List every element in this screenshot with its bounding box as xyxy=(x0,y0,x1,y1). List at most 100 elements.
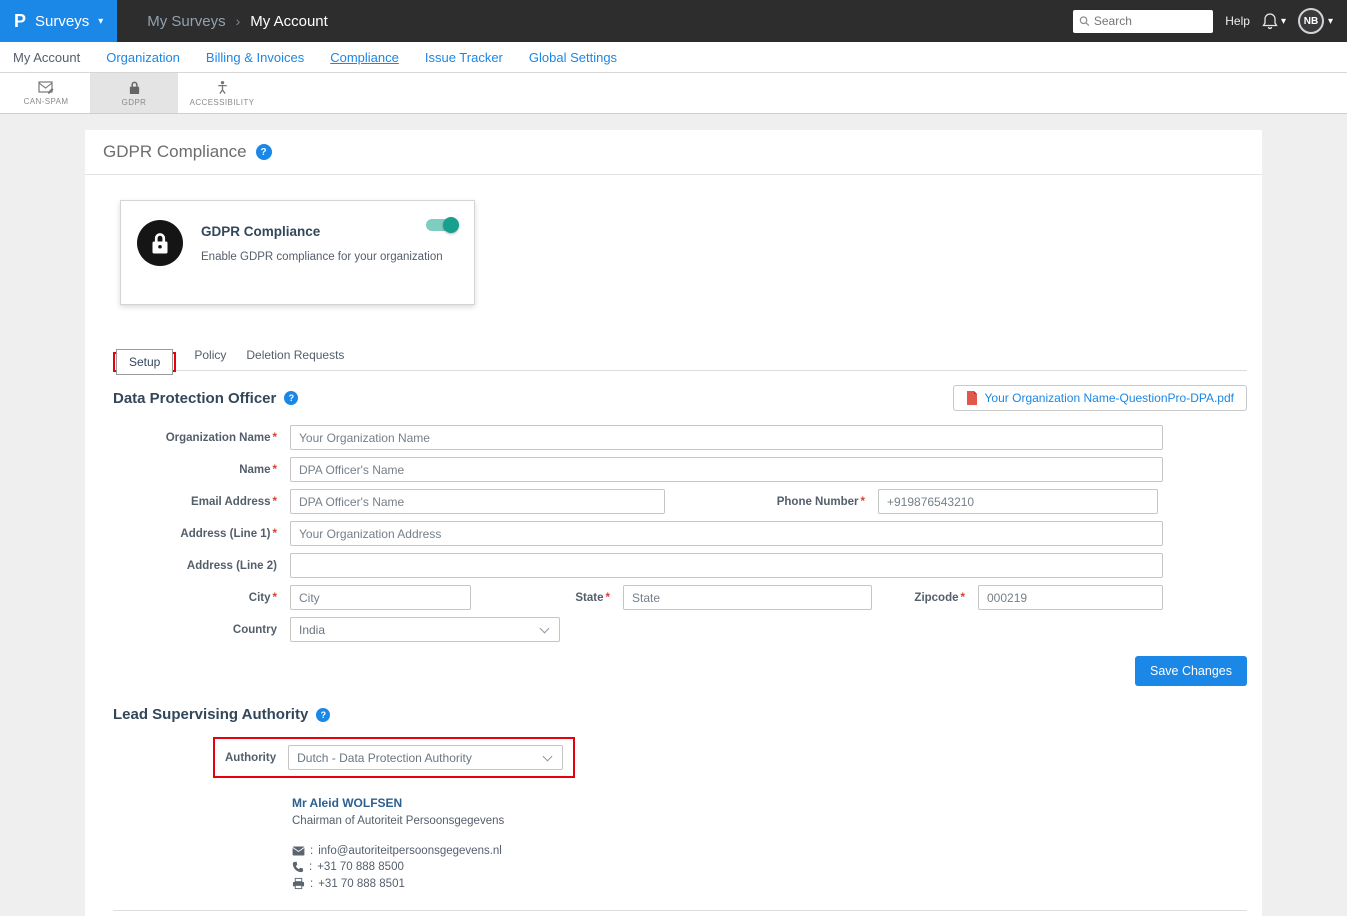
envelope-edit-icon xyxy=(38,80,54,94)
search-icon xyxy=(1079,15,1090,27)
form-row: Organization Name* xyxy=(113,425,1247,450)
envelope-icon xyxy=(292,846,305,856)
gdpr-tabs: Setup Policy Deletion Requests xyxy=(113,343,1247,371)
annotation-authority-select: Authority Dutch - Data Protection Author… xyxy=(213,737,575,778)
help-link[interactable]: Help xyxy=(1225,14,1250,28)
required-marker: * xyxy=(606,592,610,604)
city-field[interactable] xyxy=(290,585,471,610)
nav-item-global-settings[interactable]: Global Settings xyxy=(529,50,617,65)
caret-down-icon: ▾ xyxy=(98,16,103,27)
form-row: Address (Line 2) xyxy=(113,553,1247,578)
search-box[interactable] xyxy=(1073,10,1213,33)
compliance-subnav: CAN-SPAM GDPR Accessibility xyxy=(0,73,1347,114)
authority-select[interactable]: Dutch - Data Protection Authority xyxy=(288,745,563,770)
tab-can-spam[interactable]: CAN-SPAM xyxy=(2,73,90,113)
separator: : xyxy=(310,878,313,890)
chevron-down-icon xyxy=(540,623,550,633)
tab-deletion-requests[interactable]: Deletion Requests xyxy=(244,343,346,370)
authority-fax: +31 70 888 8501 xyxy=(318,878,405,890)
chevron-down-icon xyxy=(543,751,553,761)
nav-item-my-account[interactable]: My Account xyxy=(13,50,80,65)
address-line2-field[interactable] xyxy=(290,553,1163,578)
tab-label: Accessibility xyxy=(190,98,255,107)
lsa-section: Lead Supervising Authority ? Authority D… xyxy=(113,706,1247,911)
help-icon[interactable]: ? xyxy=(256,144,272,160)
separator: : xyxy=(309,861,312,873)
email-address-label: Email Address* xyxy=(113,496,290,508)
form-row: Address (Line 1)* xyxy=(113,521,1247,546)
bell-icon xyxy=(1262,12,1278,30)
help-icon[interactable]: ? xyxy=(284,391,298,405)
state-field[interactable] xyxy=(623,585,872,610)
dpo-save-changes-button[interactable]: Save Changes xyxy=(1135,656,1247,686)
address-line1-field[interactable] xyxy=(290,521,1163,546)
search-input[interactable] xyxy=(1094,14,1207,28)
tab-policy[interactable]: Policy xyxy=(192,343,228,370)
form-row: Country India xyxy=(113,617,1247,642)
gdpr-toggle[interactable] xyxy=(426,219,456,231)
accessibility-icon xyxy=(215,80,230,95)
required-marker: * xyxy=(861,496,865,508)
notifications-menu[interactable]: ▾ xyxy=(1262,12,1286,30)
authority-contact-title: Chairman of Autoriteit Persoonsgegevens xyxy=(292,815,1247,827)
city-label: City* xyxy=(113,592,290,604)
phone-field[interactable] xyxy=(878,489,1158,514)
phone-number-label: Phone Number* xyxy=(665,496,878,508)
page-title-row: GDPR Compliance ? xyxy=(85,130,1262,175)
avatar: NB xyxy=(1298,8,1324,34)
breadcrumb-my-surveys[interactable]: My Surveys xyxy=(147,13,225,30)
account-nav: My Account Organization Billing & Invoic… xyxy=(0,42,1347,73)
required-marker: * xyxy=(273,528,277,540)
lock-badge-icon xyxy=(137,220,183,266)
required-marker: * xyxy=(273,464,277,476)
authority-email: info@autoriteitpersoonsgegevens.nl xyxy=(318,845,502,857)
card-subtitle: Enable GDPR compliance for your organiza… xyxy=(201,251,443,263)
authority-phone: +31 70 888 8500 xyxy=(317,861,404,873)
topbar-right: Help ▾ NB ▾ xyxy=(1073,8,1347,34)
authority-contact-name[interactable]: Mr Aleid WOLFSEN xyxy=(292,796,1247,810)
lsa-heading: Lead Supervising Authority xyxy=(113,706,308,723)
country-label: Country xyxy=(113,624,290,636)
page-title: GDPR Compliance xyxy=(103,142,247,162)
form-row: City* State* Zipcode* xyxy=(113,585,1247,610)
help-icon[interactable]: ? xyxy=(316,708,330,722)
dpa-pdf-button[interactable]: Your Organization Name-QuestionPro-DPA.p… xyxy=(953,385,1247,411)
authority-email-line: : info@autoriteitpersoonsgegevens.nl xyxy=(292,845,1247,857)
tab-label: CAN-SPAM xyxy=(24,97,69,106)
tab-setup[interactable]: Setup xyxy=(116,349,173,375)
section-divider xyxy=(113,910,1247,911)
breadcrumb-my-account: My Account xyxy=(250,13,328,30)
nav-item-organization[interactable]: Organization xyxy=(106,50,180,65)
caret-down-icon: ▾ xyxy=(1281,16,1286,27)
gdpr-compliance-panel: GDPR Compliance ? GDPR Compliance Enable… xyxy=(85,130,1262,916)
lock-icon xyxy=(128,80,141,95)
authority-label: Authority xyxy=(225,752,276,764)
organization-name-field[interactable] xyxy=(290,425,1163,450)
address-line2-label: Address (Line 2) xyxy=(113,560,290,572)
organization-name-label: Organization Name* xyxy=(113,432,290,444)
nav-item-compliance[interactable]: Compliance xyxy=(330,50,399,65)
topbar: P Surveys ▾ My Surveys › My Account Help… xyxy=(0,0,1347,42)
country-select[interactable]: India xyxy=(290,617,560,642)
form-row: Email Address* Phone Number* xyxy=(113,489,1247,514)
toggle-knob xyxy=(443,217,459,233)
name-field[interactable] xyxy=(290,457,1163,482)
fax-icon xyxy=(292,877,305,890)
account-menu[interactable]: NB ▾ xyxy=(1298,8,1333,34)
tab-label: GDPR xyxy=(122,98,147,107)
authority-phone-line: : +31 70 888 8500 xyxy=(292,861,1247,873)
email-field[interactable] xyxy=(290,489,665,514)
product-label: Surveys xyxy=(35,13,89,30)
product-switcher[interactable]: P Surveys ▾ xyxy=(0,0,117,42)
nav-item-billing-invoices[interactable]: Billing & Invoices xyxy=(206,50,304,65)
tab-gdpr[interactable]: GDPR xyxy=(90,73,178,113)
tab-accessibility[interactable]: Accessibility xyxy=(178,73,266,113)
breadcrumb: My Surveys › My Account xyxy=(147,13,328,30)
zipcode-field[interactable] xyxy=(978,585,1163,610)
caret-down-icon: ▾ xyxy=(1328,16,1333,27)
dpo-heading: Data Protection Officer xyxy=(113,390,276,407)
pdf-button-label: Your Organization Name-QuestionPro-DPA.p… xyxy=(985,391,1234,405)
authority-value: Dutch - Data Protection Authority xyxy=(297,751,472,765)
dpo-form: Organization Name* Name* Email Address* … xyxy=(113,425,1247,642)
nav-item-issue-tracker[interactable]: Issue Tracker xyxy=(425,50,503,65)
